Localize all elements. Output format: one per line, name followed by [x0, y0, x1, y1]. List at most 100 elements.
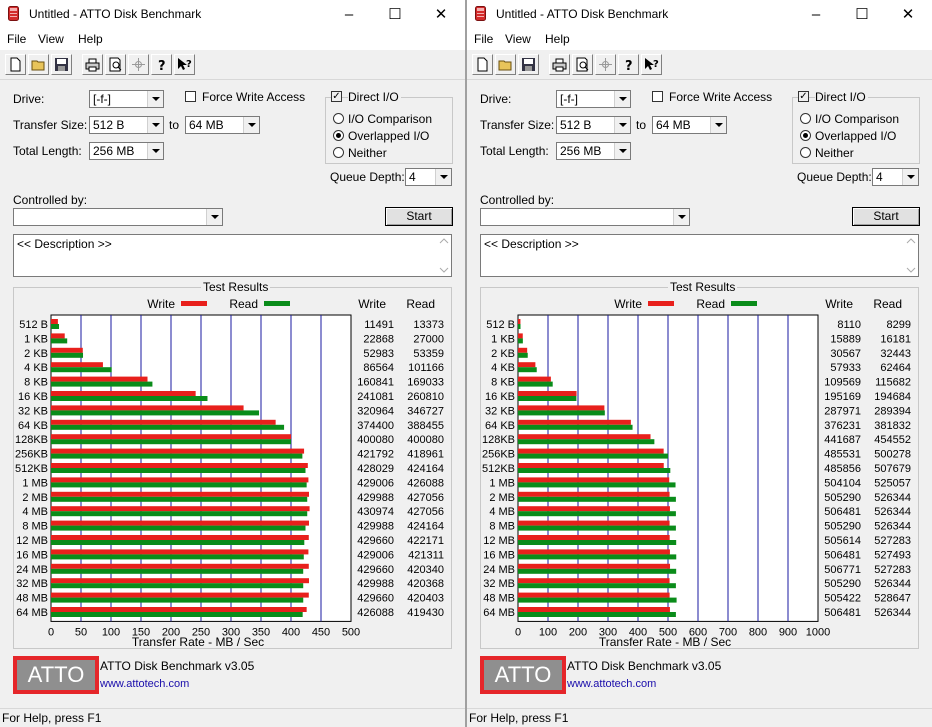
product-name: ATTO Disk Benchmark v3.05 — [100, 659, 255, 673]
x-tick-label: 900 — [779, 626, 797, 638]
write-value: 505422 — [824, 593, 861, 605]
write-value: 429006 — [357, 477, 394, 489]
category-label: 32 KB — [485, 405, 515, 417]
x-tick-label: 0 — [48, 626, 54, 638]
benchmark-window-right: Untitled - ATTO Disk Benchmark – ☐ ✕ Fil… — [467, 0, 932, 727]
category-label: 16 KB — [18, 391, 48, 403]
category-label: 128KB — [15, 434, 48, 446]
atto-logo: ATTO — [480, 656, 566, 694]
read-bar — [51, 352, 84, 358]
write-value: 429006 — [357, 549, 394, 561]
write-bar — [51, 376, 148, 382]
category-label: 48 MB — [483, 593, 515, 605]
website-link[interactable]: www.attotech.com — [567, 678, 656, 690]
read-bar — [518, 597, 677, 603]
write-column-header: Write — [825, 297, 853, 311]
website-link[interactable]: www.attotech.com — [100, 678, 189, 690]
x-tick-label: 500 — [342, 626, 360, 638]
write-value: 505290 — [824, 578, 861, 590]
category-label: 4 MB — [22, 506, 48, 518]
read-bar — [51, 511, 308, 517]
category-label: 1 KB — [491, 333, 515, 345]
read-value: 422171 — [407, 535, 444, 547]
write-value: 57933 — [830, 362, 861, 374]
x-tick-label: 100 — [539, 626, 557, 638]
category-label: 32 KB — [18, 405, 48, 417]
write-bar — [51, 491, 309, 497]
read-bar — [51, 496, 308, 502]
read-bar — [51, 439, 292, 445]
read-bar — [51, 554, 304, 560]
category-label: 16 MB — [483, 549, 515, 561]
write-bar — [51, 520, 309, 526]
write-value: 506771 — [824, 564, 861, 576]
write-bar — [518, 434, 651, 440]
read-value: 260810 — [407, 391, 444, 403]
write-bar — [51, 607, 307, 612]
write-bar — [51, 549, 309, 555]
read-value: 507679 — [874, 463, 911, 475]
read-bar — [518, 324, 521, 329]
write-value: 15889 — [830, 333, 861, 345]
write-value: 428029 — [357, 463, 394, 475]
category-label: 8 KB — [24, 377, 48, 389]
read-bar — [518, 381, 553, 387]
write-bar — [518, 535, 670, 540]
transfer-rate-chart: 0 50 100 150 200 250 300 350 400 450 500512 B 11491… — [15, 297, 444, 649]
write-value: 426088 — [357, 607, 394, 619]
write-value: 441687 — [824, 434, 861, 446]
read-value: 525057 — [874, 477, 911, 489]
write-value: 376231 — [824, 420, 861, 432]
write-value: 429660 — [357, 564, 394, 576]
write-bar — [51, 391, 196, 396]
x-tick-label: 100 — [102, 626, 120, 638]
read-value: 419430 — [407, 607, 444, 619]
category-label: 16 MB — [16, 549, 48, 561]
status-text: For Help, press F1 — [469, 711, 569, 725]
write-value: 11491 — [364, 319, 394, 331]
read-value: 194684 — [874, 391, 911, 403]
read-value: 418961 — [407, 449, 444, 461]
read-value: 400080 — [407, 434, 444, 446]
read-value: 420368 — [407, 578, 444, 590]
write-bar — [518, 376, 551, 382]
read-value: 62464 — [880, 362, 911, 374]
write-value: 8110 — [837, 319, 861, 331]
category-label: 24 MB — [16, 564, 48, 576]
read-bar — [51, 612, 303, 617]
write-bar — [51, 448, 305, 454]
read-bar — [518, 453, 669, 459]
write-value: 52983 — [363, 348, 394, 360]
read-bar — [51, 540, 305, 545]
write-value: 429660 — [357, 535, 394, 547]
category-label: 2 MB — [22, 492, 48, 504]
atto-logo: ATTO — [13, 656, 99, 694]
write-value: 504104 — [824, 477, 861, 489]
write-bar — [51, 477, 309, 483]
write-bar — [51, 347, 83, 353]
read-bar — [518, 424, 633, 430]
write-bar — [518, 391, 577, 396]
write-value: 485856 — [824, 463, 861, 475]
read-value: 454552 — [874, 434, 911, 446]
read-bar — [51, 424, 285, 430]
category-label: 48 MB — [16, 593, 48, 605]
read-value: 388455 — [407, 420, 444, 432]
write-bar — [51, 563, 309, 569]
read-value: 527493 — [874, 549, 911, 561]
legend-read-swatch — [264, 301, 290, 306]
read-value: 424164 — [407, 521, 444, 533]
write-value: 429660 — [357, 593, 394, 605]
read-value: 420403 — [407, 593, 444, 605]
read-value: 32443 — [880, 348, 911, 360]
read-bar — [51, 338, 68, 344]
category-label: 256KB — [15, 449, 48, 461]
write-value: 485531 — [824, 449, 861, 461]
x-axis-label: Transfer Rate - MB / Sec — [599, 635, 731, 649]
write-value: 506481 — [824, 549, 861, 561]
category-label: 512 B — [19, 319, 48, 331]
category-label: 8 KB — [491, 377, 515, 389]
read-bar — [518, 496, 676, 502]
read-value: 381832 — [874, 420, 911, 432]
read-bar — [51, 597, 304, 603]
